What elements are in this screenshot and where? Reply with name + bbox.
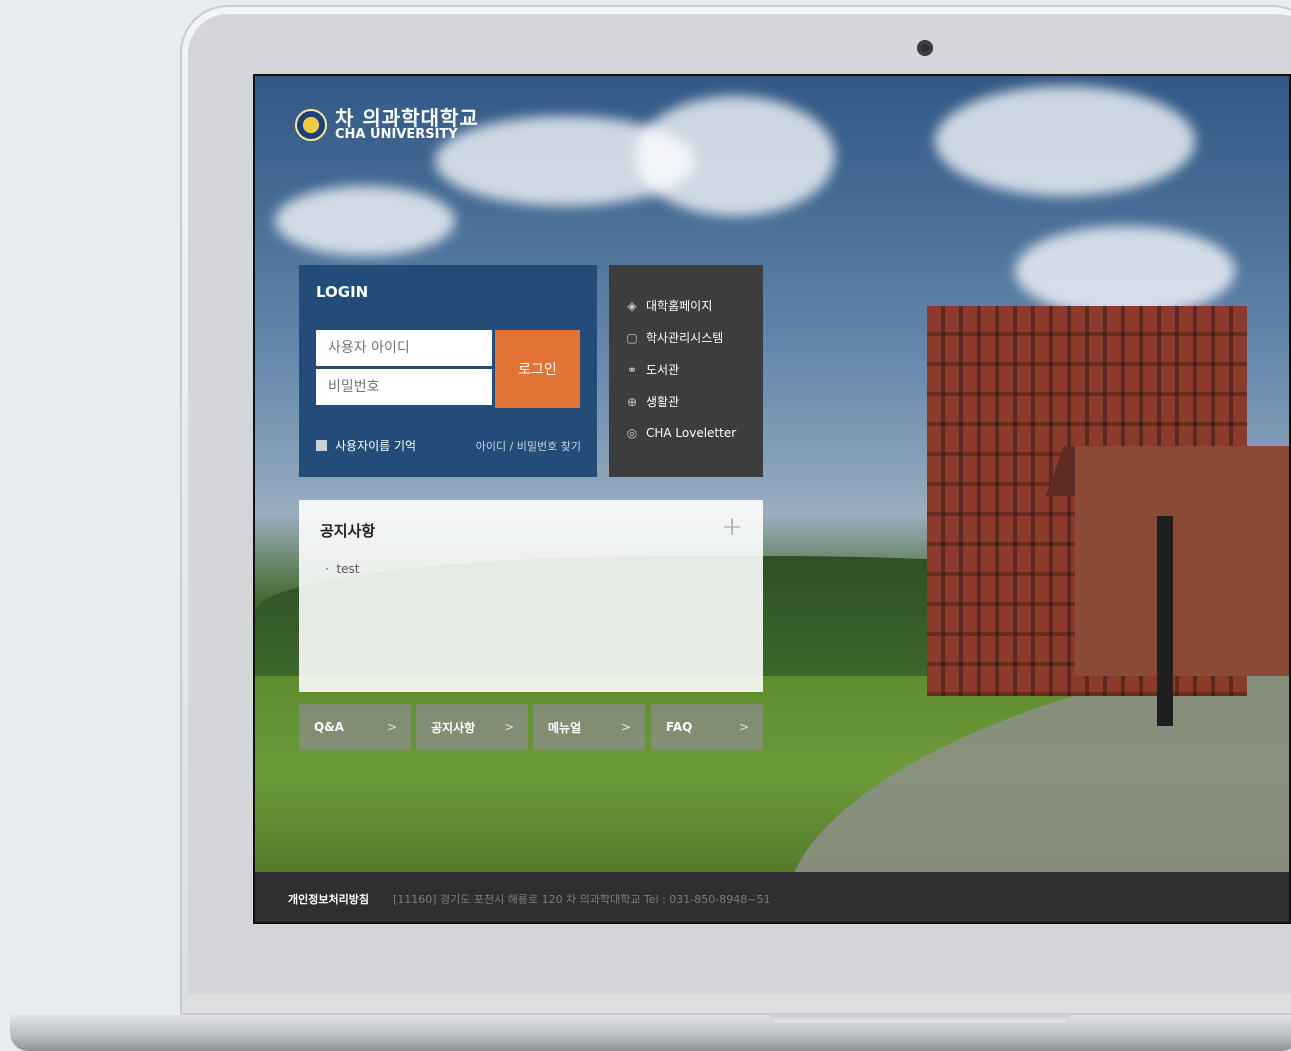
chevron-right-icon: > (620, 720, 631, 734)
quick-link-label: 대학홈페이지 (646, 299, 713, 313)
logo-name-english: CHA UNIVERSITY (335, 127, 458, 142)
layers-icon: ◈ (627, 298, 637, 313)
crosshair-icon: ⊕ (626, 394, 638, 409)
laptop-base-notch (770, 1015, 1070, 1023)
privacy-policy-link[interactable]: 개인정보처리방침 (288, 891, 369, 907)
quick-link-label: 도서관 (646, 363, 680, 377)
chevron-right-icon: > (738, 720, 749, 734)
quick-link-label: 학사관리시스템 (646, 331, 724, 345)
notice-list-item[interactable]: · test (325, 562, 360, 576)
shortcut-faq[interactable]: FAQ > (651, 704, 763, 750)
notice-item-text: test (336, 562, 360, 576)
login-button[interactable]: 로그인 (495, 330, 580, 408)
footer-address: [11160] 경기도 포천시 해룡로 120 차 의과학대학교 Tel : 0… (392, 893, 771, 906)
remember-label: 사용자이름 기억 (335, 439, 417, 453)
link-icon: ⚭ (626, 362, 638, 377)
globe-icon: ◎ (626, 426, 638, 440)
university-seal-icon (295, 109, 327, 141)
shortcut-notice[interactable]: 공지사항 > (416, 704, 528, 750)
find-id-password-link[interactable]: 아이디 / 비밀번호 찾기 (476, 438, 581, 454)
shortcut-label: 공지사항 (431, 720, 476, 735)
login-title: LOGIN (316, 283, 369, 301)
quick-link-dormitory[interactable]: ⊕ 생활관 (625, 393, 679, 410)
quick-link-label: CHA Loveletter (646, 426, 737, 440)
notice-title: 공지사항 (320, 522, 376, 540)
university-logo[interactable]: 차 의과학대학교 CHA UNIVERSITY (295, 108, 479, 142)
laptop-base (10, 1015, 1291, 1051)
user-id-input[interactable] (316, 330, 492, 366)
logo-name-korean: 차 의과학대학교 (335, 106, 479, 130)
login-panel: LOGIN 로그인 사용자이름 기억 아이디 / 비밀번호 찾기 (299, 265, 597, 477)
shortcut-label: FAQ (666, 720, 693, 734)
quick-link-label: 생활관 (646, 395, 680, 409)
screen: 차 의과학대학교 CHA UNIVERSITY LOGIN 로그인 사용자이름 … (253, 74, 1291, 924)
remember-checkbox[interactable] (316, 440, 327, 451)
quick-links-panel: ◈ 대학홈페이지 ▢ 학사관리시스템 ⚭ 도서관 ⊕ 생활관 ◎ CHA Lov… (609, 265, 763, 477)
window-icon: ▢ (626, 330, 638, 345)
chevron-right-icon: > (503, 720, 514, 734)
footer: 개인정보처리방침 [11160] 경기도 포천시 해룡로 120 차 의과학대학… (255, 872, 1289, 922)
remember-username[interactable]: 사용자이름 기억 (316, 437, 416, 454)
shortcut-qna[interactable]: Q&A > (299, 704, 411, 750)
quick-link-library[interactable]: ⚭ 도서관 (625, 361, 679, 378)
shortcut-manual[interactable]: 메뉴얼 > (533, 704, 645, 750)
quick-link-cha-loveletter[interactable]: ◎ CHA Loveletter (625, 426, 736, 440)
camera-icon (917, 40, 933, 56)
shortcut-label: Q&A (314, 720, 344, 734)
password-input[interactable] (316, 369, 492, 405)
quick-link-academic-system[interactable]: ▢ 학사관리시스템 (625, 329, 723, 346)
chevron-right-icon: > (386, 720, 397, 734)
shortcut-label: 메뉴얼 (548, 720, 582, 735)
notice-panel: 공지사항 + · test (299, 500, 763, 692)
notice-more-plus-icon[interactable]: + (721, 514, 743, 540)
quick-link-university-homepage[interactable]: ◈ 대학홈페이지 (625, 297, 712, 314)
